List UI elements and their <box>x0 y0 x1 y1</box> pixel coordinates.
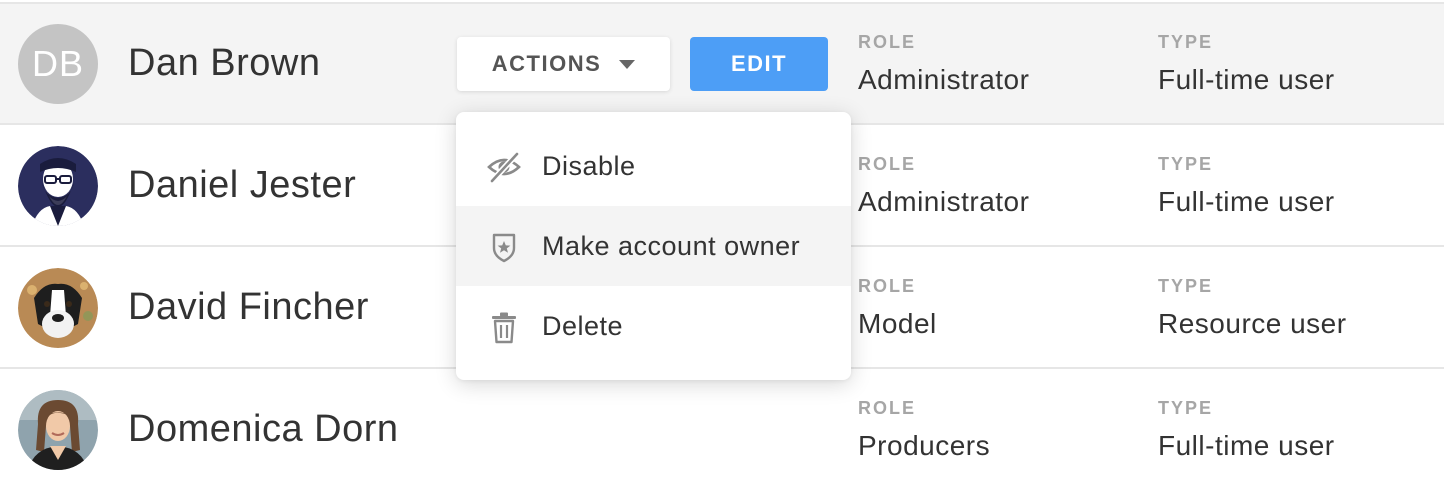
actions-button-label: ACTIONS <box>491 51 602 76</box>
actions-menu: Disable Make account owner Delete <box>456 112 851 380</box>
role-label: ROLE <box>858 276 917 296</box>
menu-item-label: Make account owner <box>542 230 801 261</box>
menu-item-make-account-owner[interactable]: Make account owner <box>456 206 851 286</box>
woman-photo-avatar-icon <box>18 390 98 470</box>
avatar <box>18 146 98 226</box>
role-value: Administrator <box>858 64 1030 95</box>
user-name: Dan Brown <box>128 42 321 84</box>
role-value: Model <box>858 308 937 339</box>
type-label: TYPE <box>1158 154 1214 174</box>
menu-item-label: Disable <box>542 150 636 181</box>
type-label: TYPE <box>1158 32 1214 52</box>
user-name: Daniel Jester <box>128 164 357 206</box>
type-value: Full-time user <box>1158 64 1335 95</box>
eye-slash-icon <box>487 151 521 184</box>
type-value: Full-time user <box>1158 430 1335 461</box>
caret-down-icon <box>619 59 636 69</box>
dog-photo-avatar-icon <box>18 268 98 348</box>
avatar-initials: DB <box>31 43 84 84</box>
user-row-dan-brown[interactable]: DB Dan Brown ACTIONS EDIT ROLE Administr… <box>0 4 1444 125</box>
role-value: Administrator <box>858 186 1030 217</box>
menu-item-label: Delete <box>542 310 624 341</box>
shield-star-icon <box>492 233 516 263</box>
role-value: Producers <box>858 430 991 461</box>
role-label: ROLE <box>858 32 917 52</box>
type-value: Resource user <box>1158 308 1347 339</box>
type-value: Full-time user <box>1158 186 1335 217</box>
avatar: DB <box>18 24 98 104</box>
type-label: TYPE <box>1158 276 1214 296</box>
avatar <box>18 268 98 348</box>
avatar <box>18 390 98 470</box>
edit-button[interactable]: EDIT <box>690 37 828 91</box>
role-label: ROLE <box>858 154 917 174</box>
actions-dropdown-button[interactable]: ACTIONS <box>457 37 670 91</box>
type-label: TYPE <box>1158 398 1214 418</box>
trash-icon <box>492 312 516 344</box>
user-name: Domenica Dorn <box>128 408 399 450</box>
menu-item-disable[interactable]: Disable <box>456 126 851 206</box>
user-row-domenica-dorn[interactable]: Domenica Dorn ROLE Producers TYPE Full-t… <box>0 370 1444 491</box>
user-name: David Fincher <box>128 286 369 328</box>
menu-item-delete[interactable]: Delete <box>456 286 851 366</box>
role-label: ROLE <box>858 398 917 418</box>
edit-button-label: EDIT <box>730 51 788 76</box>
bearded-man-avatar-icon <box>18 146 98 226</box>
